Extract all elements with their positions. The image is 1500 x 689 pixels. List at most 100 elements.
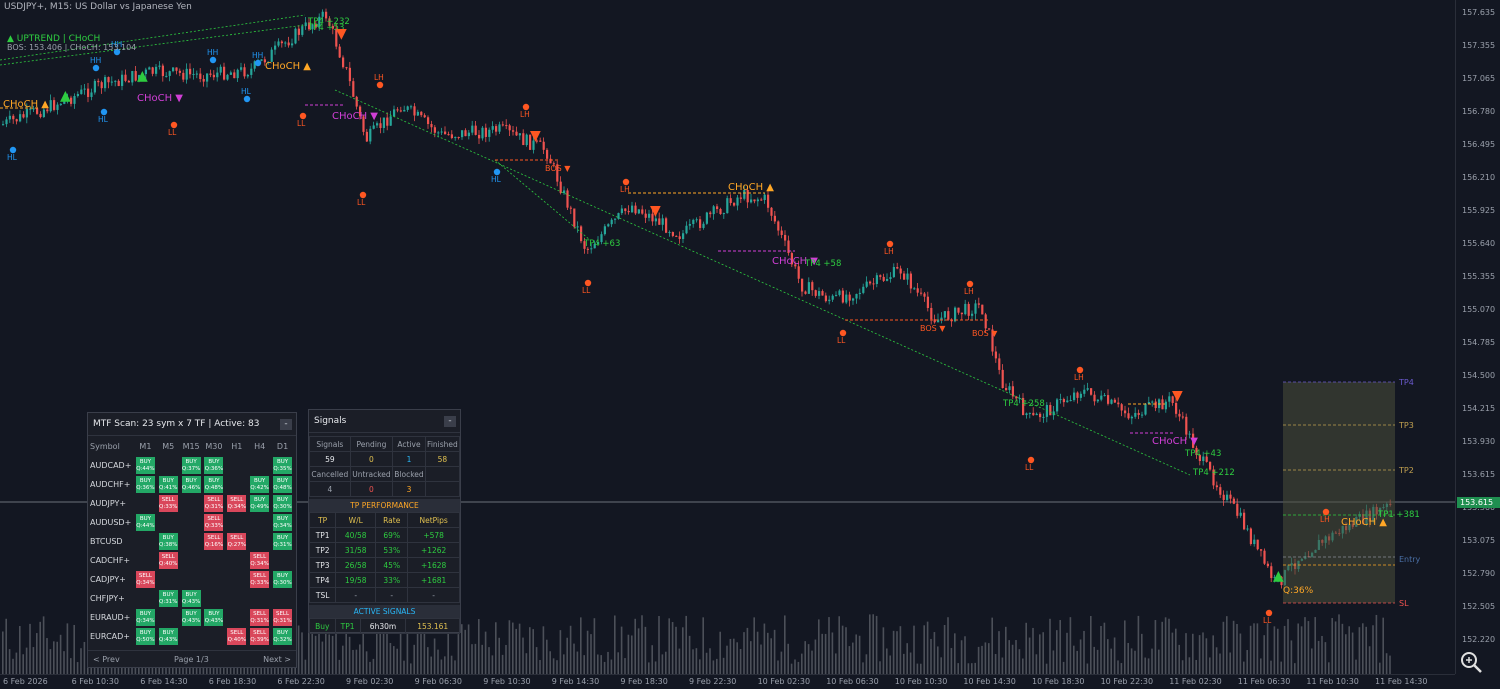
mtf-signal-cell[interactable] (180, 551, 203, 570)
mtf-signal-cell[interactable]: SELL Q:33% (248, 570, 271, 589)
mtf-signal-cell[interactable] (225, 551, 248, 570)
mtf-signal-cell[interactable] (225, 456, 248, 475)
zoom-icon[interactable] (1455, 648, 1487, 676)
mtf-signal-cell[interactable]: BUY Q:48% (203, 475, 226, 494)
mtf-signal-cell[interactable] (134, 551, 157, 570)
mtf-row[interactable]: EURCAD+ BUY Q:50% BUY Q:43% SELL Q:40% SELL Q:39… (88, 627, 294, 646)
mtf-signal-cell[interactable] (271, 589, 294, 608)
mtf-signal-cell[interactable]: BUY Q:36% (203, 456, 226, 475)
mtf-row[interactable]: AUDCHF+ BUY Q:36% BUY Q:41% BUY Q:46% BUY Q:48% B… (88, 475, 294, 494)
mtf-row[interactable]: CHFJPY+ BUY Q:31% BUY Q:43% (88, 589, 294, 608)
mtf-signal-cell[interactable]: SELL Q:40% (157, 551, 180, 570)
mtf-signal-cell[interactable]: BUY Q:42% (248, 475, 271, 494)
mtf-signal-cell[interactable]: SELL Q:39% (248, 627, 271, 646)
mtf-signal-cell[interactable]: BUY Q:43% (203, 608, 226, 627)
mtf-signal-cell[interactable]: SELL Q:33% (203, 513, 226, 532)
mtf-signal-cell[interactable]: BUY Q:36% (134, 475, 157, 494)
mtf-symbol-cell[interactable]: CHFJPY+ (88, 589, 134, 608)
mtf-signal-cell[interactable]: BUY Q:46% (180, 475, 203, 494)
mtf-symbol-cell[interactable]: AUDCAD+ (88, 456, 134, 475)
mtf-symbol-cell[interactable]: EURAUD+ (88, 608, 134, 627)
mtf-signal-cell[interactable]: BUY Q:44% (134, 513, 157, 532)
mtf-signal-cell[interactable] (225, 513, 248, 532)
mtf-signal-cell[interactable] (203, 627, 226, 646)
mtf-symbol-cell[interactable]: EURCAD+ (88, 627, 134, 646)
mtf-signal-cell[interactable] (180, 627, 203, 646)
mtf-signal-cell[interactable] (248, 456, 271, 475)
mtf-signal-cell[interactable]: BUY Q:49% (248, 494, 271, 513)
time-axis[interactable]: 6 Feb 2026 6 Feb 10:30 6 Feb 14:30 6 Feb 18… (0, 674, 1455, 689)
mtf-column-header[interactable]: M30 (203, 437, 226, 456)
mtf-signal-cell[interactable] (203, 551, 226, 570)
next-page-button[interactable]: Next > (263, 655, 291, 664)
mtf-signal-cell[interactable] (134, 532, 157, 551)
mtf-signal-cell[interactable] (157, 456, 180, 475)
mtf-column-header[interactable]: D1 (271, 437, 294, 456)
mtf-column-header[interactable]: M5 (157, 437, 180, 456)
mtf-row[interactable]: AUDUSD+ BUY Q:44% SELL Q:33% BUY Q:34% (88, 513, 294, 532)
mtf-signal-cell[interactable] (248, 589, 271, 608)
mtf-signal-cell[interactable]: BUY Q:34% (134, 608, 157, 627)
mtf-signal-cell[interactable]: BUY Q:37% (180, 456, 203, 475)
mtf-symbol-cell[interactable]: AUDUSD+ (88, 513, 134, 532)
mtf-row[interactable]: AUDCAD+ BUY Q:44% BUY Q:37% BUY Q:36% BUY Q:35% (88, 456, 294, 475)
mtf-signal-cell[interactable] (271, 551, 294, 570)
mtf-signal-cell[interactable]: BUY Q:48% (271, 475, 294, 494)
mtf-symbol-cell[interactable]: AUDCHF+ (88, 475, 134, 494)
mtf-signal-cell[interactable]: SELL Q:27% (225, 532, 248, 551)
mtf-signal-cell[interactable] (248, 513, 271, 532)
mtf-signal-cell[interactable]: BUY Q:30% (271, 494, 294, 513)
mtf-signal-cell[interactable]: BUY Q:31% (157, 589, 180, 608)
mtf-signal-cell[interactable] (225, 570, 248, 589)
mtf-signal-cell[interactable]: SELL Q:40% (225, 627, 248, 646)
mtf-signal-cell[interactable]: BUY Q:50% (134, 627, 157, 646)
mtf-symbol-cell[interactable]: BTCUSD (88, 532, 134, 551)
mtf-signal-cell[interactable] (157, 570, 180, 589)
mtf-signal-cell[interactable]: BUY Q:43% (157, 627, 180, 646)
mtf-row[interactable]: CADJPY+ SELL Q:34% SELL Q:33% BUY Q:30% (88, 570, 294, 589)
mtf-signal-cell[interactable]: SELL Q:31% (203, 494, 226, 513)
mtf-signal-cell[interactable]: BUY Q:38% (157, 532, 180, 551)
mtf-symbol-cell[interactable]: CADJPY+ (88, 570, 134, 589)
mtf-signal-cell[interactable]: SELL Q:31% (271, 608, 294, 627)
mtf-signal-cell[interactable]: SELL Q:16% (203, 532, 226, 551)
mtf-signal-cell[interactable] (157, 608, 180, 627)
mtf-signal-cell[interactable]: BUY Q:43% (180, 608, 203, 627)
mtf-signal-cell[interactable]: SELL Q:31% (248, 608, 271, 627)
mtf-column-header[interactable]: Symbol (88, 437, 134, 456)
mtf-signal-cell[interactable] (180, 494, 203, 513)
mtf-signal-cell[interactable] (180, 570, 203, 589)
mtf-row[interactable]: CADCHF+ SELL Q:40% SELL Q:34% (88, 551, 294, 570)
mtf-signal-cell[interactable]: BUY Q:32% (271, 627, 294, 646)
mtf-signal-cell[interactable] (134, 494, 157, 513)
mtf-signal-cell[interactable]: SELL Q:33% (157, 494, 180, 513)
mtf-signal-cell[interactable]: SELL Q:34% (134, 570, 157, 589)
mtf-signal-cell[interactable] (248, 532, 271, 551)
mtf-row[interactable]: BTCUSD BUY Q:38% SELL Q:16% SELL Q:27% BUY Q:31% (88, 532, 294, 551)
mtf-signal-cell[interactable] (225, 589, 248, 608)
mtf-column-header[interactable]: M1 (134, 437, 157, 456)
mtf-signal-cell[interactable]: BUY Q:34% (271, 513, 294, 532)
mtf-signal-cell[interactable] (134, 589, 157, 608)
mtf-signal-cell[interactable] (180, 513, 203, 532)
prev-page-button[interactable]: < Prev (93, 655, 120, 664)
price-axis[interactable]: 157.635 157.355 157.065 156.780 156.495 156.2… (1455, 0, 1500, 674)
mtf-signal-cell[interactable] (157, 513, 180, 532)
mtf-signal-cell[interactable]: BUY Q:41% (157, 475, 180, 494)
mtf-signal-cell[interactable] (180, 532, 203, 551)
mtf-column-header[interactable]: M15 (180, 437, 203, 456)
mtf-minimize-button[interactable]: - (280, 418, 292, 430)
mtf-signal-cell[interactable]: BUY Q:30% (271, 570, 294, 589)
mtf-row[interactable]: AUDJPY+ SELL Q:33% SELL Q:31% SELL Q:34% BUY Q:4… (88, 494, 294, 513)
mtf-signal-cell[interactable] (225, 608, 248, 627)
mtf-signal-cell[interactable]: SELL Q:34% (225, 494, 248, 513)
mtf-signal-cell[interactable]: BUY Q:31% (271, 532, 294, 551)
mtf-row[interactable]: EURAUD+ BUY Q:34% BUY Q:43% BUY Q:43% SELL Q:31%… (88, 608, 294, 627)
mtf-signal-cell[interactable]: BUY Q:35% (271, 456, 294, 475)
mtf-signal-cell[interactable] (203, 589, 226, 608)
mtf-signal-cell[interactable]: BUY Q:44% (134, 456, 157, 475)
mtf-symbol-cell[interactable]: AUDJPY+ (88, 494, 134, 513)
mtf-signal-cell[interactable] (225, 475, 248, 494)
mtf-signal-cell[interactable]: BUY Q:43% (180, 589, 203, 608)
mtf-signal-cell[interactable]: SELL Q:34% (248, 551, 271, 570)
